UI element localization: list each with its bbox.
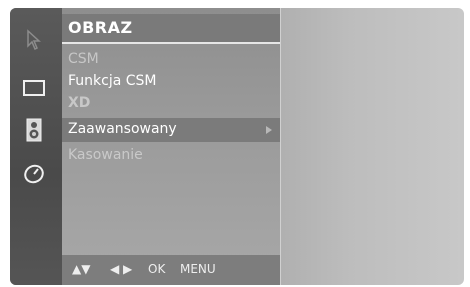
menu-item-csm-function[interactable]: Funkcja CSM <box>62 70 280 94</box>
menu-title-bar: OBRAZ <box>62 14 280 44</box>
menu-item-advanced[interactable]: Zaawansowany <box>62 118 280 142</box>
menu-item-label: XD <box>68 95 91 111</box>
navigation-hint-bar: ▲▼ ◀ ▶ OK MENU <box>62 255 280 285</box>
menu-item-label: Kasowanie <box>68 147 143 163</box>
menu-item-csm[interactable]: CSM <box>62 48 280 72</box>
left-right-arrows-icon: ◀ ▶ <box>110 262 133 276</box>
up-down-arrows-icon: ▲▼ <box>72 262 91 276</box>
menu-item-label: Funkcja CSM <box>68 73 157 89</box>
menu-category-column <box>10 8 62 285</box>
cursor-icon[interactable] <box>20 26 48 54</box>
tv-osd-screen: OBRAZ CSM Funkcja CSM XD Zaawansowany Ka… <box>10 8 464 285</box>
submenu-arrow-icon <box>266 126 272 134</box>
clock-icon[interactable] <box>20 160 48 188</box>
ok-hint: OK <box>148 262 166 276</box>
menu-item-reset[interactable]: Kasowanie <box>62 144 280 168</box>
menu-item-xd[interactable]: XD <box>62 92 280 116</box>
screen-icon[interactable] <box>20 74 48 102</box>
menu-item-label: Zaawansowany <box>68 121 177 137</box>
speaker-icon[interactable] <box>20 116 48 144</box>
menu-hint: MENU <box>180 262 216 276</box>
menu-item-label: CSM <box>68 51 99 67</box>
picture-menu-panel: OBRAZ CSM Funkcja CSM XD Zaawansowany Ka… <box>62 8 281 285</box>
menu-title: OBRAZ <box>68 18 133 37</box>
